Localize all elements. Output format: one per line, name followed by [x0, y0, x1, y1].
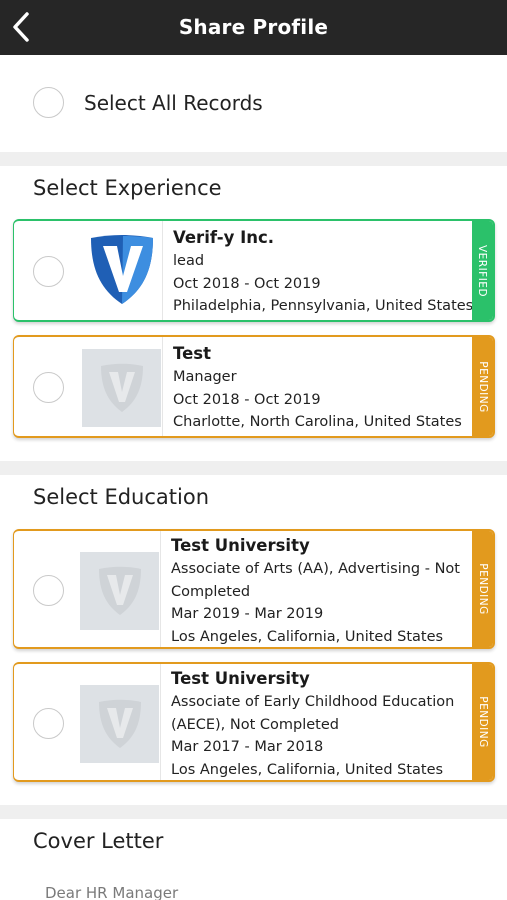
edu-dates: Mar 2017 - Mar 2018 [171, 739, 324, 756]
cover-letter-field[interactable]: Dear HR Manager [45, 884, 178, 900]
status-badge-pending: PENDING [472, 664, 493, 780]
job-location: Philadelphia, Pennsylvania, United State… [173, 298, 474, 315]
school-name: Test University [171, 669, 310, 688]
job-dates: Oct 2018 - Oct 2019 [173, 275, 321, 292]
education-info: Test University Associate of Arts (AA), … [171, 534, 460, 647]
education-card[interactable]: Test University Associate of Early Child… [13, 662, 495, 782]
placeholder-logo-icon [82, 349, 161, 427]
placeholder-logo-icon [80, 685, 159, 763]
status-badge-verified: VERIFIED [472, 221, 493, 320]
status-badge-pending: PENDING [472, 337, 493, 436]
section-separator [0, 805, 507, 819]
education-info: Test University Associate of Early Child… [171, 667, 455, 780]
select-all-radio[interactable] [33, 87, 64, 118]
education-radio[interactable] [33, 575, 64, 606]
company-logo [71, 337, 163, 436]
cover-letter-title: Cover Letter [33, 829, 164, 853]
school-logo [69, 531, 161, 647]
experience-card-verif-y[interactable]: Verif-y Inc. lead Oct 2018 - Oct 2019 Ph… [13, 219, 495, 322]
verif-y-logo-icon [82, 231, 161, 309]
app-header: Share Profile [0, 0, 507, 55]
job-location: Charlotte, North Carolina, United States [173, 414, 462, 431]
company-name: Verif-y Inc. [173, 228, 275, 247]
school-name: Test University [171, 536, 310, 555]
school-logo [69, 664, 161, 780]
job-dates: Oct 2018 - Oct 2019 [173, 391, 321, 408]
degree: Associate of Early Childhood Education [171, 694, 455, 710]
education-card[interactable]: Test University Associate of Arts (AA), … [13, 529, 495, 649]
edu-location: Los Angeles, California, United States [171, 628, 444, 645]
education-section-title: Select Education [33, 485, 210, 509]
experience-section-title: Select Experience [33, 176, 222, 200]
edu-location: Los Angeles, California, United States [171, 761, 444, 778]
status-badge-pending: PENDING [472, 531, 493, 647]
company-name: Test [173, 344, 211, 363]
page-title: Share Profile [178, 15, 329, 39]
experience-radio[interactable] [33, 256, 64, 287]
experience-card-test[interactable]: Test Manager Oct 2018 - Oct 2019 Charlot… [13, 335, 495, 438]
section-separator [0, 461, 507, 475]
degree-status: (AECE), Not Completed [171, 716, 339, 733]
experience-info: Test Manager Oct 2018 - Oct 2019 Charlot… [173, 342, 462, 434]
experience-radio[interactable] [33, 372, 64, 403]
edu-dates: Mar 2019 - Mar 2019 [171, 606, 324, 623]
experience-info: Verif-y Inc. lead Oct 2018 - Oct 2019 Ph… [173, 226, 473, 318]
job-role: lead [173, 253, 205, 269]
education-radio[interactable] [33, 708, 64, 739]
select-all-label[interactable]: Select All Records [84, 91, 263, 115]
degree-status: Completed [171, 583, 251, 600]
degree: Associate of Arts (AA), Advertising - No… [171, 561, 460, 577]
job-role: Manager [173, 369, 237, 385]
section-separator [0, 152, 507, 166]
company-logo [71, 221, 163, 320]
placeholder-logo-icon [80, 552, 159, 630]
